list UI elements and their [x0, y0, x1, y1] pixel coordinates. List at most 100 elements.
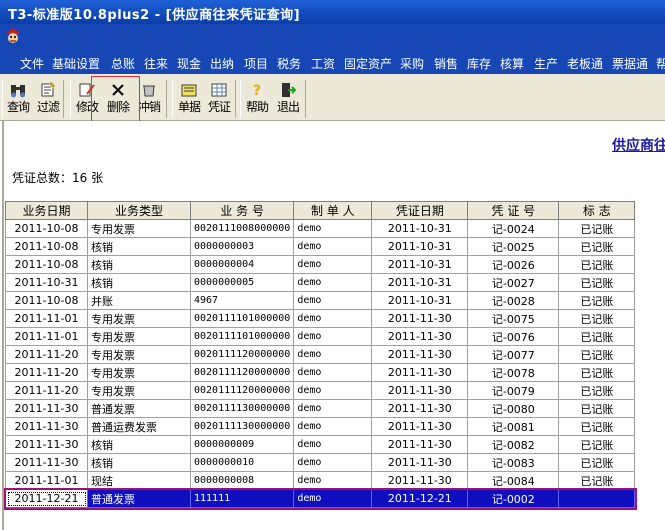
table-row[interactable]: 2011-11-01 专用发票 0020111101000000 demo 2011-1…: [5, 327, 636, 346]
cell-business-date[interactable]: 2011-11-20: [5, 345, 88, 364]
cell-business-number[interactable]: 0020111120000000: [189, 345, 295, 364]
cell-status[interactable]: 已记账: [558, 435, 636, 454]
cell-status[interactable]: 已记账: [558, 417, 636, 436]
cell-business-date[interactable]: 2011-11-20: [5, 363, 88, 382]
cell-voucher-date[interactable]: 2011-12-21: [371, 489, 469, 508]
cell-status[interactable]: 已记账: [558, 309, 636, 328]
cell-business-date[interactable]: 2011-10-08: [5, 219, 88, 238]
cell-status[interactable]: 已记账: [558, 327, 636, 346]
cell-voucher-number[interactable]: 记-0077: [467, 345, 560, 364]
cell-business-number[interactable]: 0020111120000000: [189, 381, 295, 400]
cell-business-date[interactable]: 2011-10-31: [5, 273, 88, 292]
table-row[interactable]: 2011-11-30 普通运费发票 0020111130000000 demo 2011…: [5, 417, 636, 436]
cell-creator[interactable]: demo: [293, 237, 373, 256]
cell-voucher-date[interactable]: 2011-11-30: [371, 399, 469, 418]
cell-business-date[interactable]: 2011-11-01: [5, 471, 88, 490]
cell-status[interactable]: 已记账: [558, 255, 636, 274]
menu-general-ledger[interactable]: 总账: [111, 55, 135, 72]
header-status[interactable]: 标 志: [558, 201, 636, 220]
cell-business-type[interactable]: 核销: [87, 435, 191, 454]
menu-fixed-assets[interactable]: 固定资产: [344, 55, 392, 72]
cell-creator[interactable]: demo: [293, 345, 373, 364]
cell-voucher-date[interactable]: 2011-11-30: [371, 435, 469, 454]
cell-status[interactable]: 已记账: [558, 381, 636, 400]
cell-voucher-date[interactable]: 2011-11-30: [371, 309, 469, 328]
cell-creator[interactable]: demo: [293, 219, 373, 238]
cell-business-type[interactable]: 核销: [87, 273, 191, 292]
menu-tax[interactable]: 税务: [277, 55, 301, 72]
cell-status[interactable]: 已记账: [558, 345, 636, 364]
cell-voucher-number[interactable]: 记-0076: [467, 327, 560, 346]
table-row[interactable]: 2011-11-30 普通发票 0020111130000000 demo 2011-1…: [5, 399, 636, 418]
table-row[interactable]: 2011-10-08 并账 4967 demo 2011-10-31 记-0028 已记账: [5, 291, 636, 310]
document-button[interactable]: 单据: [175, 80, 203, 116]
cell-status[interactable]: 已记账: [558, 399, 636, 418]
cell-voucher-date[interactable]: 2011-10-31: [371, 291, 469, 310]
cell-business-number[interactable]: 0000000010: [189, 453, 295, 472]
menu-basic-settings[interactable]: 基础设置: [52, 55, 100, 72]
cell-creator[interactable]: demo: [293, 381, 373, 400]
table-row[interactable]: 2011-10-08 专用发票 0020111008000000 demo 2011-1…: [5, 219, 636, 238]
cell-business-type[interactable]: 专用发票: [87, 327, 191, 346]
cell-status[interactable]: 已记账: [558, 291, 636, 310]
cell-business-date[interactable]: 2011-11-30: [5, 399, 88, 418]
cell-business-number[interactable]: 0020111008000000: [189, 219, 295, 238]
cell-business-type[interactable]: 核销: [87, 255, 191, 274]
query-button[interactable]: 查询: [4, 80, 32, 116]
cell-business-date[interactable]: 2011-10-08: [5, 237, 88, 256]
menu-payroll[interactable]: 工资: [311, 55, 335, 72]
table-row[interactable]: 2011-12-21 普通发票 111111 demo 2011-12-21 记-0002: [3, 487, 637, 510]
cell-voucher-number[interactable]: 记-0028: [467, 291, 560, 310]
cell-creator[interactable]: demo: [293, 399, 373, 418]
cell-business-type[interactable]: 普通运费发票: [87, 417, 191, 436]
cell-business-type[interactable]: 专用发票: [87, 381, 191, 400]
cell-business-date[interactable]: 2011-11-30: [5, 453, 88, 472]
header-business-type[interactable]: 业务类型: [87, 201, 191, 220]
menu-help[interactable]: 帮: [656, 55, 665, 72]
cell-voucher-number[interactable]: 记-0082: [467, 435, 560, 454]
table-row[interactable]: 2011-10-08 核销 0000000003 demo 2011-10-31 记-00…: [5, 237, 636, 256]
cell-status[interactable]: 已记账: [558, 237, 636, 256]
cell-business-type[interactable]: 专用发票: [87, 309, 191, 328]
cell-voucher-number[interactable]: 记-0024: [467, 219, 560, 238]
menu-cashier[interactable]: 出纳: [210, 55, 234, 72]
table-row[interactable]: 2011-10-08 核销 0000000004 demo 2011-10-31 记-00…: [5, 255, 636, 274]
menu-sales[interactable]: 销售: [434, 55, 458, 72]
header-business-number[interactable]: 业 务 号: [189, 201, 295, 220]
cell-voucher-number[interactable]: 记-0027: [467, 273, 560, 292]
cell-voucher-number[interactable]: 记-0083: [467, 453, 560, 472]
cell-business-number[interactable]: 0000000009: [189, 435, 295, 454]
cell-creator[interactable]: demo: [293, 309, 373, 328]
header-voucher-number[interactable]: 凭 证 号: [467, 201, 560, 220]
cell-business-date[interactable]: 2011-11-30: [5, 417, 88, 436]
voucher-button[interactable]: 凭证: [205, 80, 233, 116]
cell-business-type[interactable]: 现结: [87, 471, 191, 490]
cell-business-date[interactable]: 2011-10-08: [5, 255, 88, 274]
header-creator[interactable]: 制 单 人: [293, 201, 373, 220]
help-button[interactable]: ? 帮助: [243, 80, 271, 116]
table-row[interactable]: 2011-10-31 核销 0000000005 demo 2011-10-31 记-00…: [5, 273, 636, 292]
table-row[interactable]: 2011-11-20 专用发票 0020111120000000 demo 2011-1…: [5, 345, 636, 364]
menu-purchase[interactable]: 采购: [400, 55, 424, 72]
cell-creator[interactable]: demo: [293, 453, 373, 472]
header-voucher-date[interactable]: 凭证日期: [371, 201, 469, 220]
cell-voucher-date[interactable]: 2011-11-30: [371, 345, 469, 364]
cell-voucher-date[interactable]: 2011-11-30: [371, 471, 469, 490]
cell-status[interactable]: 已记账: [558, 471, 636, 490]
cell-voucher-date[interactable]: 2011-10-31: [371, 237, 469, 256]
cell-business-type[interactable]: 专用发票: [87, 345, 191, 364]
cell-voucher-number[interactable]: 记-0080: [467, 399, 560, 418]
cell-voucher-number[interactable]: 记-0075: [467, 309, 560, 328]
cell-business-number[interactable]: 0000000005: [189, 273, 295, 292]
cell-creator[interactable]: demo: [293, 255, 373, 274]
cell-voucher-number[interactable]: 记-0002: [467, 489, 560, 508]
cell-status[interactable]: 已记账: [558, 363, 636, 382]
cell-voucher-number[interactable]: 记-0026: [467, 255, 560, 274]
table-row[interactable]: 2011-11-01 现结 0000000008 demo 2011-11-30 记-00…: [5, 471, 636, 490]
menu-production[interactable]: 生产: [534, 55, 558, 72]
cell-creator[interactable]: demo: [293, 417, 373, 436]
cell-voucher-date[interactable]: 2011-10-31: [371, 219, 469, 238]
cell-voucher-date[interactable]: 2011-11-30: [371, 453, 469, 472]
cell-voucher-date[interactable]: 2011-10-31: [371, 273, 469, 292]
cell-voucher-date[interactable]: 2011-11-30: [371, 417, 469, 436]
